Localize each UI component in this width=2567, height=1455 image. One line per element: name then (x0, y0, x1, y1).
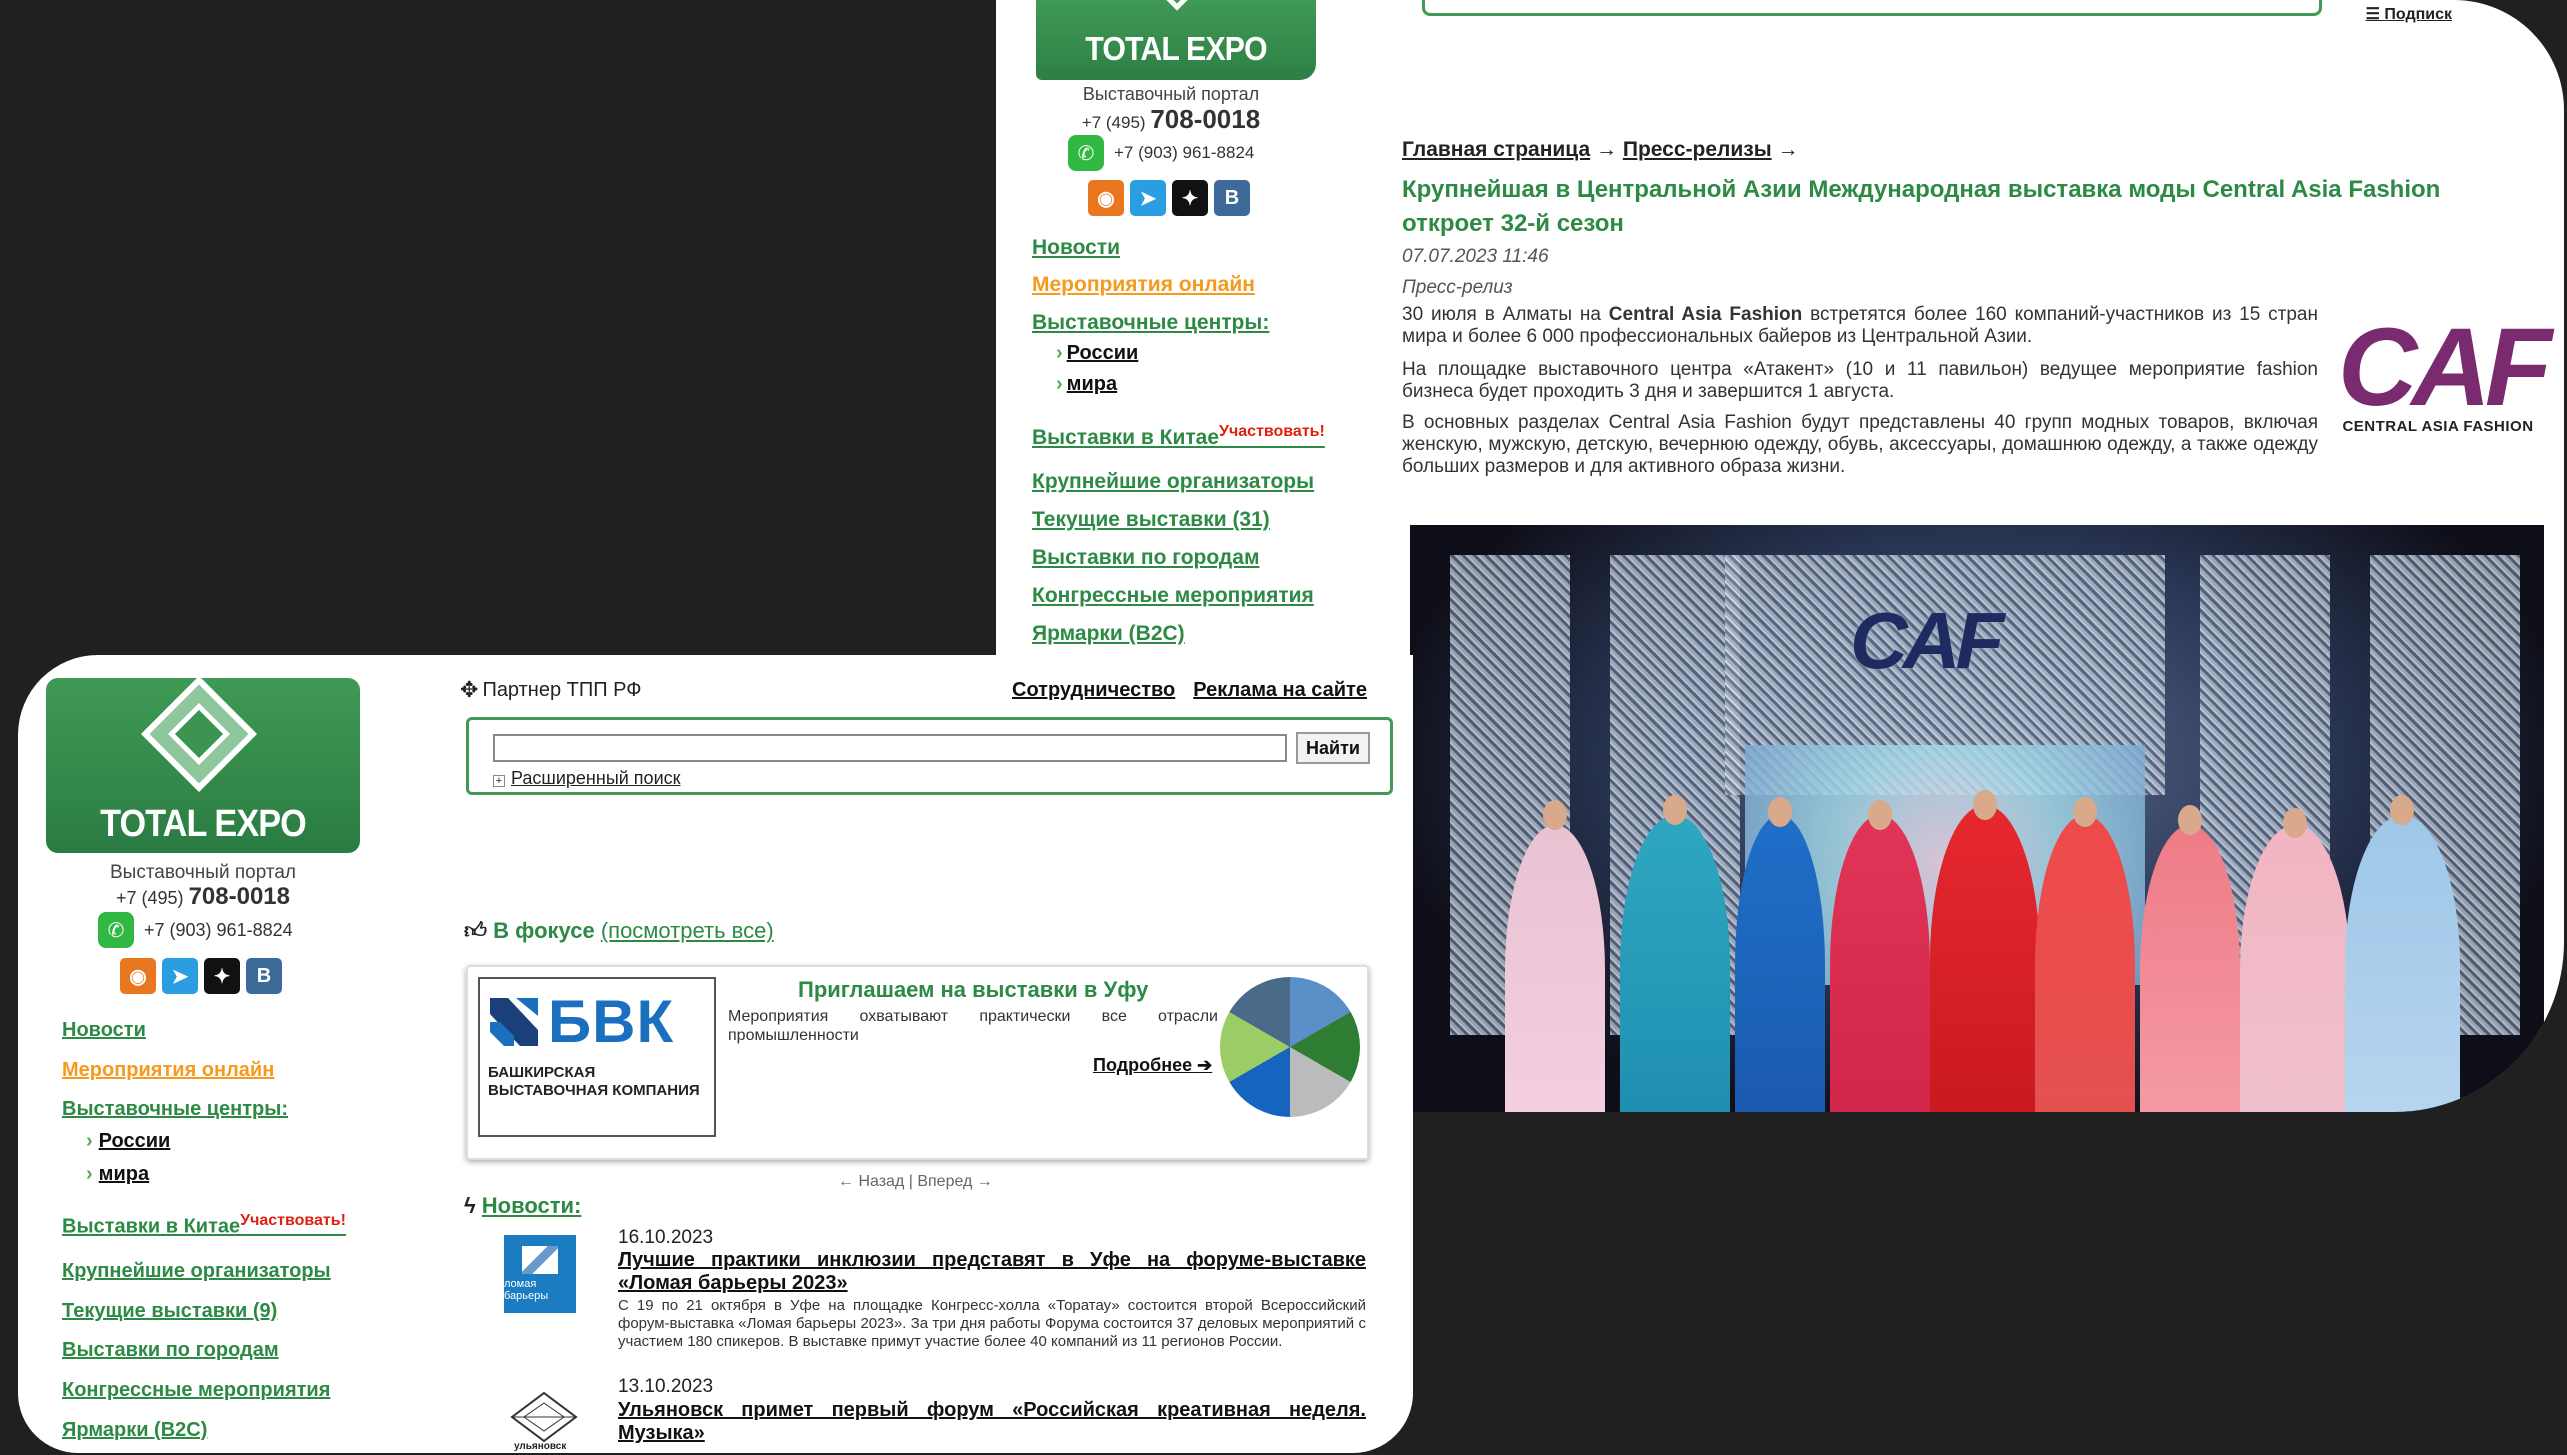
banner-title: Приглашаем на выставки в Уфу (798, 977, 1149, 1002)
article-title: Крупнейшая в Центральной Азии Международ… (1402, 176, 2441, 237)
nav-exhibition-centers[interactable]: Выставочные центры: (1032, 311, 1269, 335)
expand-icon: + (493, 775, 505, 787)
nav-current-exhibitions[interactable]: Текущие выставки (31) (1032, 508, 1270, 532)
news-heading: ϟ Новости: (464, 1193, 581, 1219)
social-links: ◉ ➤ ✦ B (120, 958, 282, 994)
logo-text: TOTAL EXPO (100, 803, 307, 845)
nav-organizers[interactable]: Крупнейшие организаторы (1032, 470, 1314, 494)
nav-fairs[interactable]: Ярмарки (B2C) (62, 1419, 207, 1442)
whatsapp-number: +7 (903) 961-8824 (1114, 143, 1255, 162)
nav-china-exhibitions[interactable]: Выставки в КитаеУчаствовать! (62, 1212, 346, 1239)
logo-diamond-icon (1154, 0, 1200, 11)
banner-pager[interactable]: ← Назад | Вперед → (838, 1173, 993, 1191)
news-title[interactable]: Лучшие практики инклюзии представят в Уф… (618, 1249, 1366, 1295)
article-date: 07.07.2023 11:46 (1402, 246, 1549, 267)
search-box: Найти + Расширенный поиск (466, 717, 1393, 795)
ufa-banner[interactable]: БВК БАШКИРСКАЯ ВЫСТАВОЧНАЯ КОМПАНИЯ Приг… (466, 965, 1369, 1160)
nav-centers-russia[interactable]: России (86, 1130, 171, 1153)
search-button[interactable]: Найти (1296, 732, 1370, 764)
bvk-logo: БВК БАШКИРСКАЯ ВЫСТАВОЧНАЯ КОМПАНИЯ (478, 977, 716, 1137)
search-input[interactable] (493, 734, 1287, 762)
news-date: 16.10.2023 (618, 1227, 714, 1248)
breadcrumb-press[interactable]: Пресс-релизы (1623, 138, 1772, 161)
news-thumbnail[interactable]: ульяновск (504, 1391, 584, 1453)
site-logo[interactable]: TOTAL EXPO (1036, 0, 1316, 80)
article-paragraph-2: На площадке выставочного центра «Атакент… (1402, 359, 2318, 402)
rss-icon[interactable]: ◉ (1088, 180, 1124, 216)
whatsapp-contact[interactable]: ✆ +7 (903) 961-8824 (98, 911, 293, 949)
bvk-mark-icon (490, 997, 538, 1046)
nav-online-events[interactable]: Мероприятия онлайн (62, 1059, 274, 1082)
top-links: Сотрудничество Реклама на сайте (1012, 679, 1385, 702)
advanced-search-link[interactable]: + Расширенный поиск (493, 768, 681, 789)
article-paragraph-3: В основных разделах Central Asia Fashion… (1402, 412, 2318, 477)
nav-congress[interactable]: Конгрессные мероприятия (62, 1379, 330, 1402)
vk-icon[interactable]: B (246, 958, 282, 994)
logo-text: TOTAL EXPO (1085, 30, 1267, 67)
participate-badge[interactable]: Участвовать! (1219, 423, 1325, 440)
vk-icon[interactable]: B (1214, 180, 1250, 216)
site-logo[interactable]: TOTAL EXPO (46, 676, 360, 853)
nav-current-exhibitions[interactable]: Текущие выставки (9) (62, 1300, 277, 1323)
nav-organizers[interactable]: Крупнейшие организаторы (62, 1260, 331, 1283)
news-summary: С 19 по 21 октября в Уфе на площадке Кон… (618, 1297, 1366, 1350)
lightning-icon: ϟ (464, 1193, 476, 1218)
banner-text: Мероприятия охватывают практически все о… (728, 1008, 1218, 1044)
whatsapp-number: +7 (903) 961-8824 (144, 919, 293, 940)
partner-tpp[interactable]: ✥ Партнер ТПП РФ (460, 677, 641, 703)
nav-centers-world[interactable]: мира (86, 1163, 149, 1186)
more-link[interactable]: Подробнее ➔ (1093, 1055, 1212, 1076)
news-thumbnail[interactable]: ломая барьеры (504, 1235, 576, 1313)
breadcrumb-home[interactable]: Главная страница (1402, 138, 1590, 161)
social-links: ◉ ➤ ✦ B (1088, 180, 1250, 216)
article-type: Пресс-релиз (1402, 277, 1513, 298)
tpp-emblem-icon: ✥ (460, 677, 479, 702)
zen-icon[interactable]: ✦ (204, 958, 240, 994)
participate-badge[interactable]: Участвовать! (240, 1212, 346, 1229)
nav-exhibition-centers[interactable]: Выставочные центры: (62, 1098, 288, 1121)
portal-caption: Выставочный портал (1082, 84, 1260, 104)
front-screenshot: TOTAL EXPO Выставочный портал +7 (495) 7… (18, 655, 1413, 1453)
telegram-icon[interactable]: ➤ (162, 958, 198, 994)
nav-china-exhibitions[interactable]: Выставки в КитаеУчаствовать! (1032, 423, 1325, 450)
nav-congress[interactable]: Конгрессные мероприятия (1032, 584, 1314, 608)
industry-collage (1220, 977, 1360, 1117)
advertising-link[interactable]: Реклама на сайте (1193, 679, 1367, 701)
focus-heading: 👍︎ В фокусе (посмотреть все) (464, 918, 774, 943)
fashion-show-photo: CAF (1410, 525, 2544, 1112)
article-paragraph-1: 30 июля в Алматы на Central Asia Fashion… (1402, 304, 2318, 347)
main-phone: +7 (495) 708-0018 (116, 883, 290, 910)
see-all-link[interactable]: (посмотреть все) (601, 918, 774, 943)
search-box[interactable] (1422, 0, 2322, 16)
rss-icon[interactable]: ◉ (120, 958, 156, 994)
nav-by-city[interactable]: Выставки по городам (62, 1339, 279, 1362)
whatsapp-icon: ✆ (1068, 135, 1104, 171)
telegram-icon[interactable]: ➤ (1130, 180, 1166, 216)
stage-caf-logo: CAF (1850, 596, 2004, 685)
main-phone: +7 (495) 708-0018 (1081, 104, 1261, 134)
cooperation-link[interactable]: Сотрудничество (1012, 679, 1175, 701)
news-title[interactable]: Ульяновск примет первый форум «Российска… (618, 1399, 1366, 1445)
subscribe-link[interactable]: ☰ Подписк (2366, 4, 2452, 24)
nav-centers-world[interactable]: мира (1056, 373, 1117, 396)
thumbs-up-icon: 👍︎ (464, 918, 487, 943)
caf-logo: CAF CENTRAL ASIA FASHION (2338, 306, 2552, 436)
nav-news[interactable]: Новости (1032, 236, 1120, 260)
zen-icon[interactable]: ✦ (1172, 180, 1208, 216)
whatsapp-contact[interactable]: ✆ +7 (903) 961-8824 (1068, 133, 1254, 173)
news-heading-link[interactable]: Новости: (482, 1193, 582, 1218)
nav-by-city[interactable]: Выставки по городам (1032, 546, 1259, 570)
nav-news[interactable]: Новости (62, 1019, 146, 1042)
whatsapp-icon: ✆ (98, 912, 134, 948)
nav-fairs[interactable]: Ярмарки (B2C) (1032, 622, 1185, 646)
portal-caption: Выставочный портал (109, 862, 296, 883)
nav-online-events[interactable]: Мероприятия онлайн (1032, 273, 1255, 297)
nav-centers-russia[interactable]: России (1056, 342, 1139, 365)
news-date: 13.10.2023 (618, 1376, 714, 1397)
breadcrumb: Главная страница → Пресс-релизы → (1402, 138, 1799, 161)
